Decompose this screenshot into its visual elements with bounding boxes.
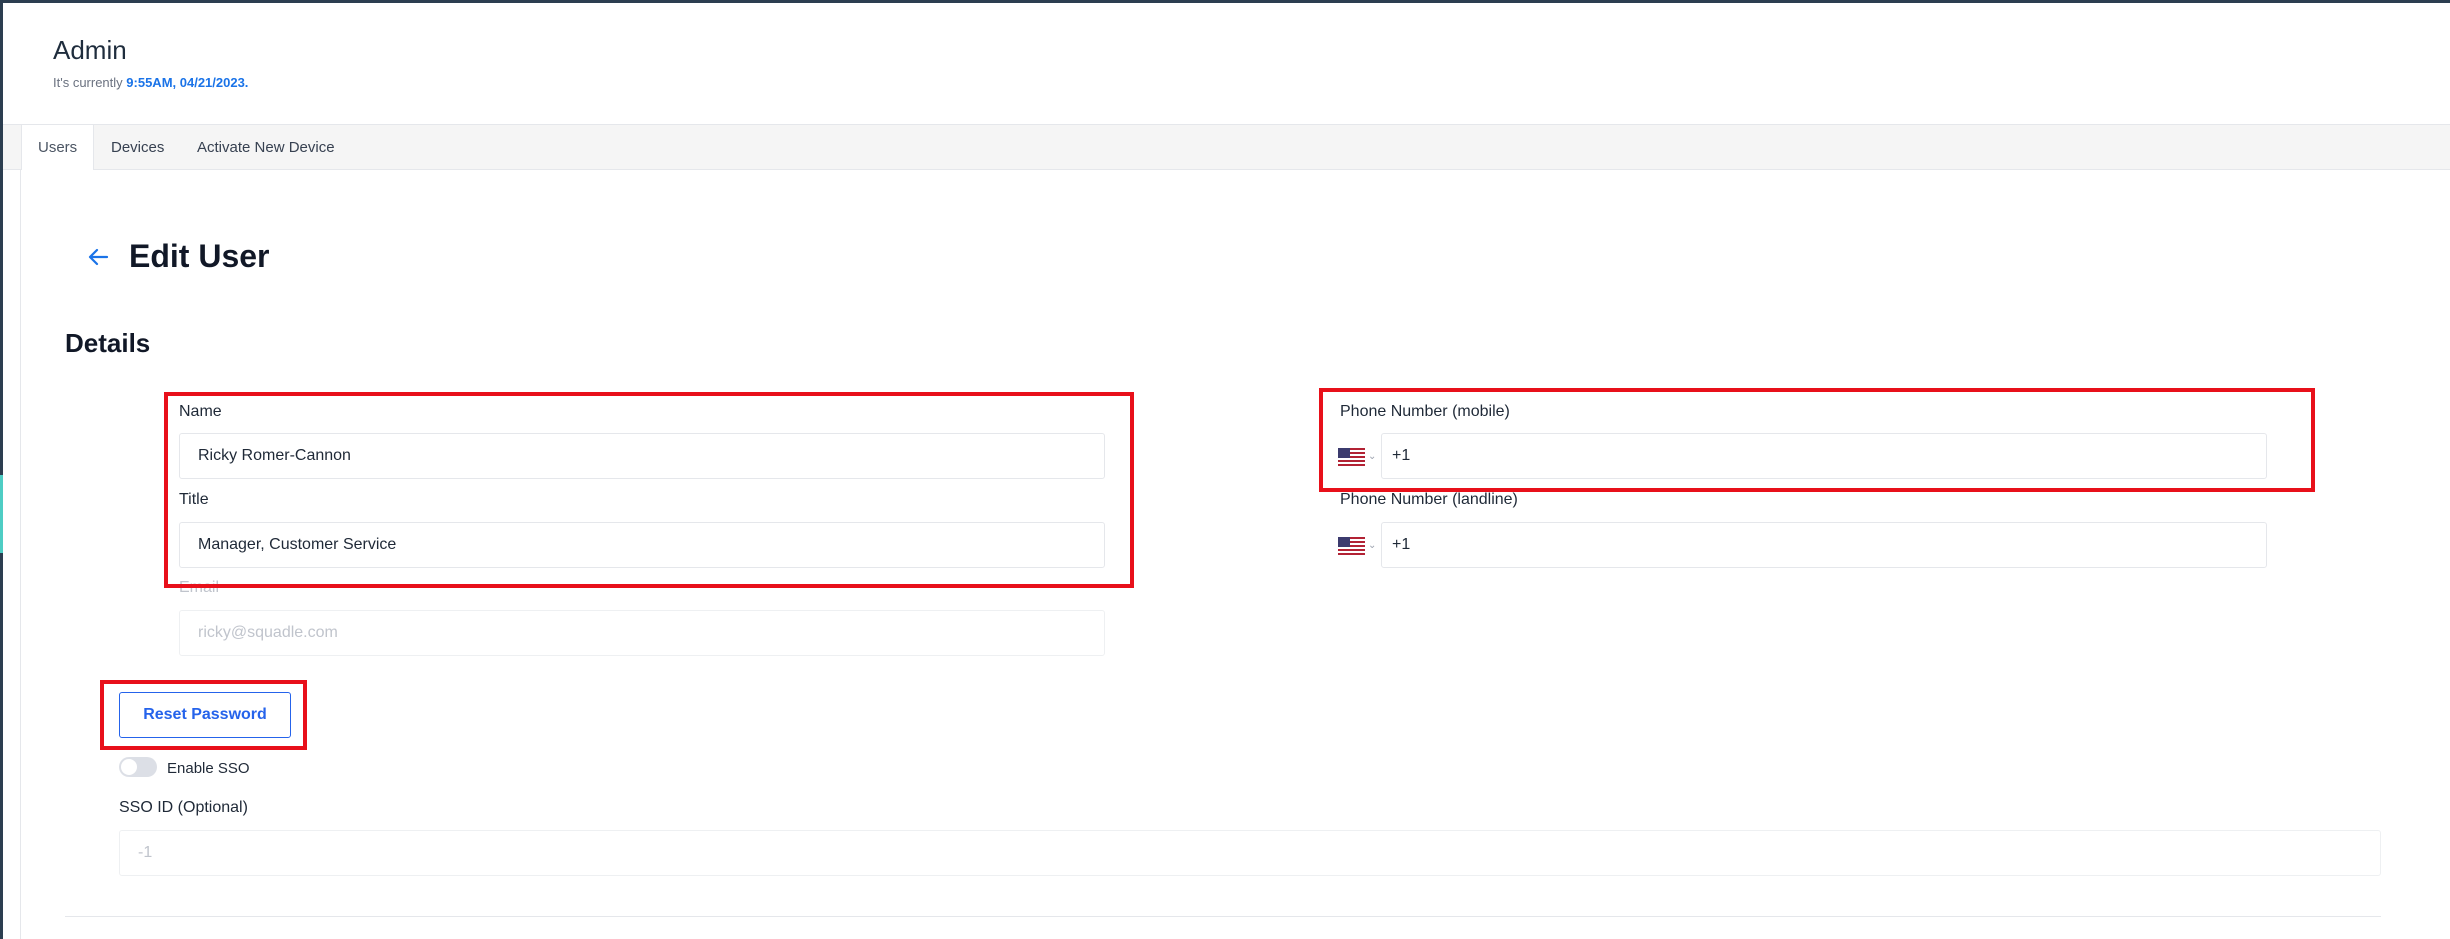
email-input: ricky@squadle.com (179, 610, 1105, 656)
name-label: Name (179, 403, 222, 420)
tab-activate-new-device[interactable]: Activate New Device (181, 125, 351, 170)
tab-devices[interactable]: Devices (95, 125, 180, 170)
chevron-down-icon[interactable]: ⌄ (1368, 451, 1376, 462)
current-time-text: It's currently 9:55AM, 04/21/2023. (53, 75, 248, 90)
title-input[interactable]: Manager, Customer Service (179, 522, 1105, 568)
us-flag-icon[interactable] (1338, 448, 1365, 466)
reset-password-button[interactable]: Reset Password (119, 692, 291, 738)
sso-id-label: SSO ID (Optional) (119, 799, 248, 816)
time-value: 9:55AM, 04/21/2023. (126, 75, 249, 90)
tab-bar: Users Devices Activate New Device (3, 125, 2450, 171)
arrow-left-icon[interactable] (83, 242, 113, 272)
main-content: Edit User Details Name Ricky Romer-Canno… (20, 170, 2450, 939)
page-header: Admin It's currently 9:55AM, 04/21/2023. (3, 3, 2450, 125)
landline-phone-input[interactable]: +1 (1381, 522, 2267, 568)
name-input[interactable]: Ricky Romer-Cannon (179, 433, 1105, 479)
chevron-down-icon[interactable]: ⌄ (1368, 540, 1376, 551)
us-flag-icon[interactable] (1338, 537, 1365, 555)
time-prefix: It's currently (53, 75, 127, 90)
landline-phone-label: Phone Number (landline) (1340, 491, 1518, 508)
window-edge-accent (0, 475, 3, 553)
tab-users[interactable]: Users (21, 125, 95, 171)
sso-toggle-label: Enable SSO (167, 760, 250, 777)
toggle-knob (121, 759, 137, 775)
page-title: Edit User (129, 238, 270, 274)
sso-toggle[interactable] (119, 757, 157, 777)
sso-id-input[interactable]: -1 (119, 830, 2381, 876)
mobile-phone-label: Phone Number (mobile) (1340, 403, 1510, 420)
app-title: Admin (53, 35, 127, 65)
section-divider (65, 916, 2381, 917)
mobile-phone-input[interactable]: +1 (1381, 433, 2267, 479)
section-title-details: Details (65, 328, 151, 358)
email-label: Email (179, 579, 220, 596)
title-label: Title (179, 491, 209, 508)
